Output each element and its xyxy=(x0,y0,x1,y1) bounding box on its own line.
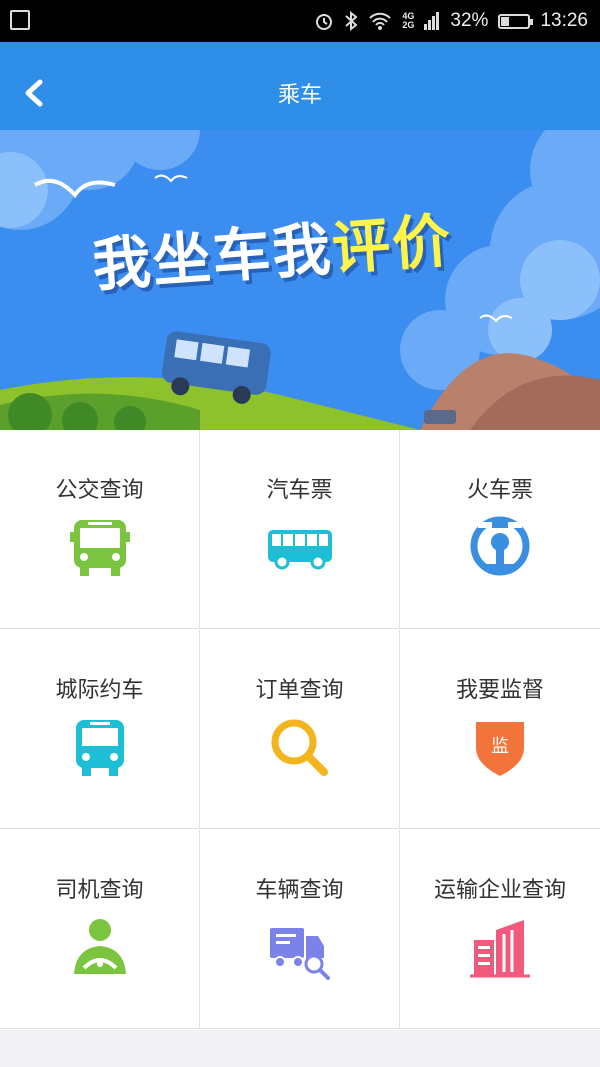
back-chevron-icon xyxy=(25,79,43,107)
grid-item-label: 车辆查询 xyxy=(255,878,344,903)
banner-title-main: 我坐车我 xyxy=(90,214,335,300)
grid-item-label: 火车票 xyxy=(466,478,533,503)
grid-item-label: 公交查询 xyxy=(55,478,144,503)
network-type: 4G 2G xyxy=(402,11,415,30)
screenshot-icon xyxy=(10,10,30,30)
alarm-icon xyxy=(316,14,333,30)
page-title: 乘车 xyxy=(277,83,322,108)
nav-bar: 乘车 xyxy=(0,42,600,130)
building-icon xyxy=(470,920,530,978)
grid-item-order-query[interactable]: 订单查询 xyxy=(200,630,400,829)
back-button[interactable] xyxy=(14,64,58,108)
promo-banner[interactable]: 我坐车我评价 xyxy=(0,130,600,430)
grid-item-train-ticket[interactable]: 火车票 xyxy=(400,430,600,629)
grid-item-label: 汽车票 xyxy=(266,478,333,503)
coach-icon xyxy=(267,530,332,570)
search-icon xyxy=(271,719,328,776)
banner-title-highlight: 评价 xyxy=(329,206,455,283)
clock: 13:26 xyxy=(540,10,588,31)
grid-item-label: 订单查询 xyxy=(255,678,344,703)
bluetooth-icon xyxy=(345,11,358,31)
signal-icon xyxy=(424,12,440,30)
railway-icon xyxy=(470,516,530,576)
status-bar: 4G 2G 32% 13:26 xyxy=(0,0,600,42)
grid-item-bus-query[interactable]: 公交查询 xyxy=(0,430,200,629)
bus-icon xyxy=(69,520,130,576)
grid-item-label: 城际约车 xyxy=(55,678,144,703)
grid-item-transport-company-query[interactable]: 运输企业查询 xyxy=(400,830,600,1029)
grid-item-label: 我要监督 xyxy=(455,678,544,703)
grid-item-vehicle-query[interactable]: 车辆查询 xyxy=(200,830,400,1029)
grid-item-label: 运输企业查询 xyxy=(433,878,566,903)
grid-item-supervision[interactable]: 我要监督 监 xyxy=(400,630,600,829)
status-icons: 4G 2G 32% 13:26 xyxy=(314,0,588,42)
shield-badge-text: 监 xyxy=(491,736,509,757)
wifi-icon xyxy=(369,12,392,30)
battery-icon xyxy=(498,13,534,29)
intercity-bus-icon xyxy=(75,720,124,776)
grid-item-coach-ticket[interactable]: 汽车票 xyxy=(200,430,400,629)
driver-icon xyxy=(73,919,126,974)
battery-percent: 32% xyxy=(450,10,489,31)
truck-search-icon xyxy=(269,928,330,980)
service-grid: 公交查询 汽车票 火车票 城际约车 订单查询 我要监督 监 司机查询 车辆查询 … xyxy=(0,430,600,1030)
grid-item-intercity-ride[interactable]: 城际约车 xyxy=(0,630,200,829)
grid-item-driver-query[interactable]: 司机查询 xyxy=(0,830,200,1029)
grid-item-label: 司机查询 xyxy=(55,878,144,903)
